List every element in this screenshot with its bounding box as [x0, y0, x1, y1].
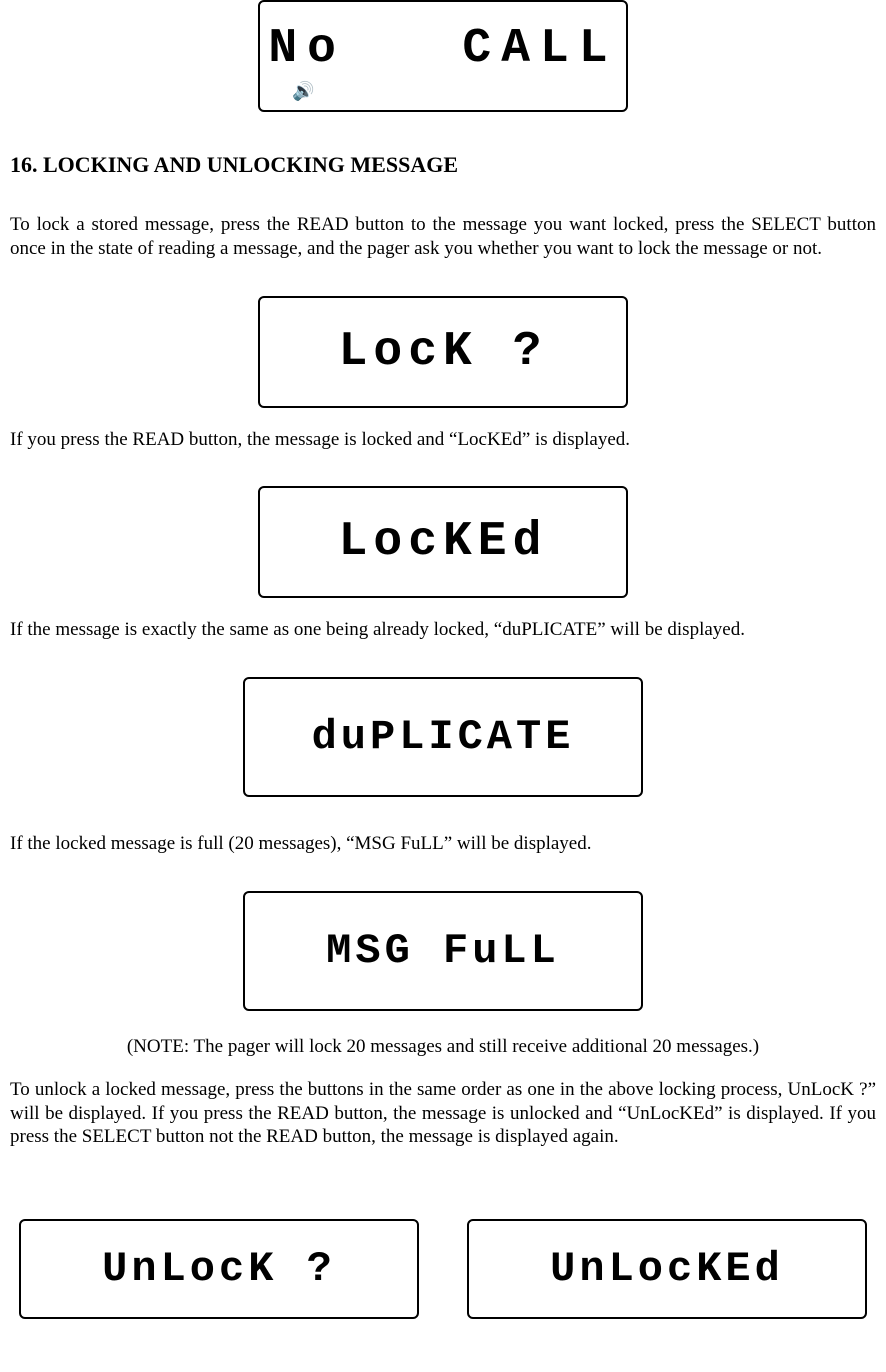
paragraph-duplicate: If the message is exactly the same as on… — [10, 618, 876, 642]
section-heading: 16. LOCKING AND UNLOCKING MESSAGE — [10, 152, 876, 178]
lcd-text-duplicate: duPLICATE — [312, 713, 575, 761]
paragraph-unlock: To unlock a locked message, press the bu… — [10, 1078, 876, 1149]
speaker-icon: 🔊 — [292, 81, 314, 102]
lcd-lock-question: LocK ? — [258, 296, 628, 408]
lcd-unlocked: UnLocKEd — [467, 1219, 867, 1319]
paragraph-intro: To lock a stored message, press the READ… — [10, 213, 876, 261]
lcd-text-msg-full: MSG FuLL — [326, 927, 560, 975]
note-text: (NOTE: The pager will lock 20 messages a… — [10, 1036, 876, 1058]
lcd-text-lock-q: LocK ? — [339, 325, 548, 379]
lcd-locked: LocKEd — [258, 486, 628, 598]
lcd-text-locked: LocKEd — [339, 515, 548, 569]
lcd-text-unlock-q: UnLocK ? — [102, 1245, 336, 1293]
lcd-unlock-question: UnLocK ? — [19, 1219, 419, 1319]
lcd-text-unlocked: UnLocKEd — [550, 1245, 784, 1293]
lcd-no-call: No CALL 🔊 — [258, 0, 628, 112]
lcd-pair-row: UnLocK ? UnLocKEd — [10, 1219, 876, 1319]
lcd-duplicate: duPLICATE — [243, 677, 643, 797]
paragraph-msg-full: If the locked message is full (20 messag… — [10, 832, 876, 856]
paragraph-locked: If you press the READ button, the messag… — [10, 428, 876, 452]
lcd-msg-full: MSG FuLL — [243, 891, 643, 1011]
lcd-text-no-call: No CALL — [268, 22, 617, 76]
